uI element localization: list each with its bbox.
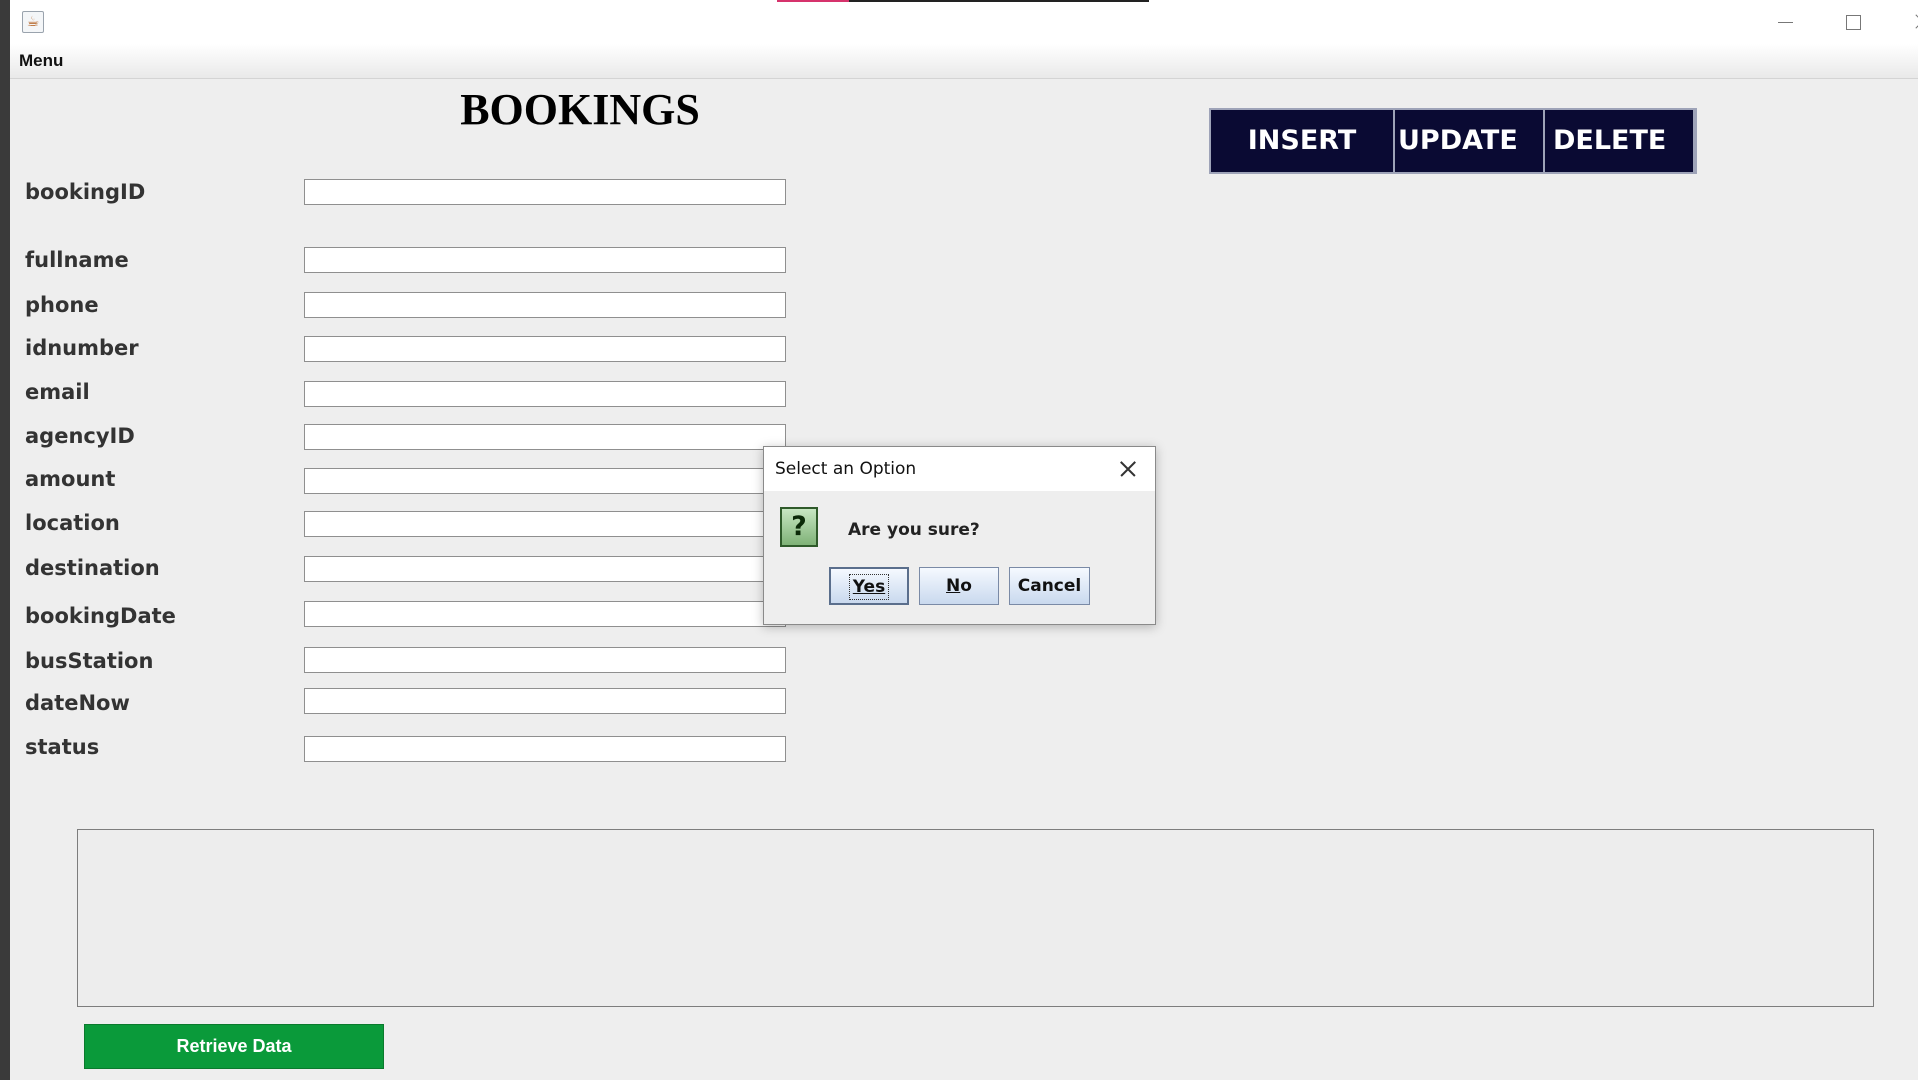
field-label-agencyid: agencyID: [25, 424, 135, 448]
maximize-icon[interactable]: [1830, 6, 1874, 38]
application-window: ☕ Menu BOOKINGS bookingID fullname phone…: [10, 0, 1918, 1080]
datenow-input[interactable]: [304, 688, 786, 714]
confirm-dialog: Select an Option ? Are you sure? Yes No …: [763, 446, 1156, 625]
field-label-destination: destination: [25, 556, 160, 580]
dialog-message: Are you sure?: [848, 520, 980, 540]
destination-input[interactable]: [304, 556, 786, 582]
field-label-idnumber: idnumber: [25, 336, 139, 360]
field-label-amount: amount: [25, 467, 116, 491]
bookingid-input[interactable]: [304, 179, 786, 205]
no-mnemonic: N: [946, 576, 961, 596]
yes-mnemonic: Y: [852, 577, 864, 597]
field-label-busstation: busStation: [25, 649, 154, 673]
idnumber-input[interactable]: [304, 336, 786, 362]
action-button-bar: INSERT UPDATE DELETE: [1209, 108, 1697, 174]
location-input[interactable]: [304, 511, 786, 537]
field-label-datenow: dateNow: [25, 691, 130, 715]
window-title-bar: ☕: [10, 0, 1918, 44]
question-icon: ?: [780, 507, 818, 547]
java-app-icon: ☕: [22, 11, 44, 33]
close-window-icon[interactable]: [1899, 6, 1918, 38]
phone-input[interactable]: [304, 292, 786, 318]
page-title: BOOKINGS: [460, 85, 700, 134]
bookingdate-input[interactable]: [304, 601, 786, 627]
dialog-title: Select an Option: [775, 459, 917, 479]
menu-item-menu[interactable]: Menu: [19, 51, 63, 71]
field-label-email: email: [25, 380, 90, 404]
field-label-phone: phone: [25, 293, 99, 317]
title-accent-line-dark: [849, 0, 1149, 2]
no-button[interactable]: No: [919, 567, 999, 605]
cancel-button[interactable]: Cancel: [1009, 567, 1090, 605]
delete-button[interactable]: DELETE: [1545, 110, 1695, 172]
menu-bar: Menu: [10, 44, 1918, 79]
update-button[interactable]: UPDATE: [1395, 110, 1545, 172]
field-label-bookingid: bookingID: [25, 180, 146, 204]
retrieve-data-button[interactable]: Retrieve Data: [84, 1024, 384, 1069]
email-input[interactable]: [304, 381, 786, 407]
field-label-status: status: [25, 735, 100, 759]
field-label-bookingdate: bookingDate: [25, 604, 176, 628]
data-output-area[interactable]: [77, 829, 1874, 1007]
insert-button[interactable]: INSERT: [1211, 110, 1395, 172]
field-label-fullname: fullname: [25, 248, 129, 272]
dialog-close-icon[interactable]: [1115, 456, 1141, 482]
focus-indicator: Yes: [848, 574, 890, 600]
title-accent-line: [777, 0, 849, 2]
minimize-icon[interactable]: [1762, 6, 1806, 38]
dialog-title-bar: Select an Option: [764, 447, 1155, 491]
field-label-location: location: [25, 511, 120, 535]
fullname-input[interactable]: [304, 247, 786, 273]
agencyid-input[interactable]: [304, 424, 786, 450]
yes-label-rest: es: [863, 577, 886, 597]
amount-input[interactable]: [304, 468, 786, 494]
yes-button[interactable]: Yes: [829, 567, 909, 605]
no-label-rest: o: [960, 576, 972, 596]
busstation-input[interactable]: [304, 647, 786, 673]
status-input[interactable]: [304, 736, 786, 762]
